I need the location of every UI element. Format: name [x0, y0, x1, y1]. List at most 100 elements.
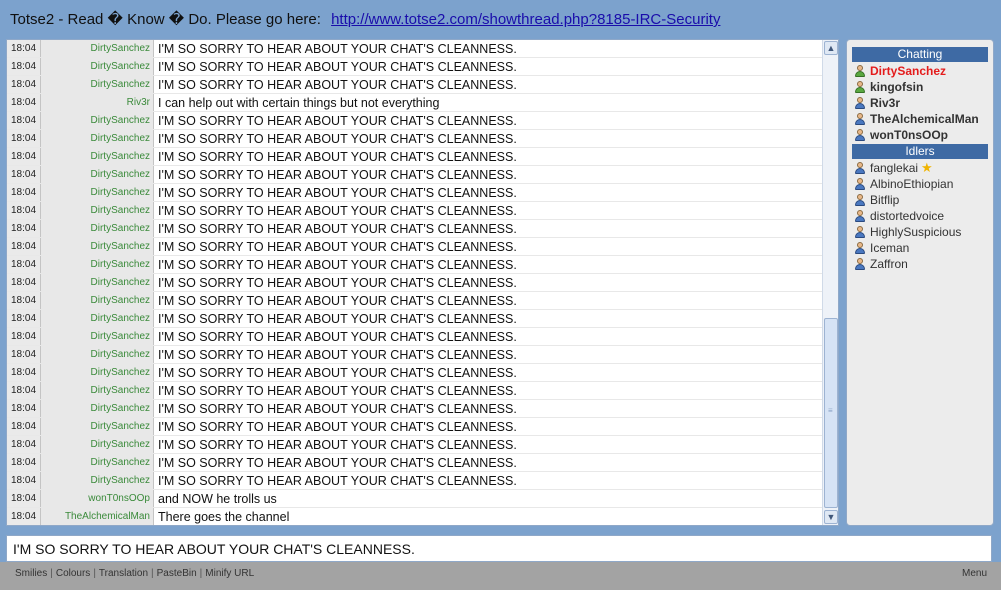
scroll-down-icon[interactable]: ▼ [824, 510, 838, 524]
message-nick[interactable]: DirtySanchez [41, 166, 154, 183]
message-input[interactable] [7, 536, 991, 561]
chatting-list: DirtySanchez kingofsin Riv3r TheAlchemicalM… [853, 63, 993, 143]
user-name: Iceman [870, 241, 910, 255]
message-timestamp: 18:04 [7, 76, 41, 93]
user-item[interactable]: fanglekai ★ [853, 160, 993, 176]
user-name: wonT0nsOOp [870, 128, 948, 142]
user-item[interactable]: distortedvoice [853, 208, 993, 224]
message-nick[interactable]: wonT0nsOOp [41, 490, 154, 507]
message-row: 18:04 DirtySanchez I'M SO SORRY TO HEAR AB… [7, 256, 822, 274]
user-icon [853, 112, 867, 126]
user-item[interactable]: HighlySuspicious [853, 224, 993, 240]
message-nick[interactable]: DirtySanchez [41, 238, 154, 255]
message-row: 18:04 DirtySanchez I'M SO SORRY TO HEAR AB… [7, 40, 822, 58]
message-row: 18:04 DirtySanchez I'M SO SORRY TO HEAR AB… [7, 130, 822, 148]
message-nick[interactable]: DirtySanchez [41, 148, 154, 165]
message-timestamp: 18:04 [7, 472, 41, 489]
menu-button[interactable]: Menu [962, 568, 987, 579]
user-item[interactable]: kingofsin [853, 79, 993, 95]
message-row: 18:04 DirtySanchez I'M SO SORRY TO HEAR AB… [7, 364, 822, 382]
toolbar-link[interactable]: PasteBin [157, 568, 197, 579]
message-timestamp: 18:04 [7, 256, 41, 273]
message-input-wrap [6, 535, 992, 562]
message-nick[interactable]: DirtySanchez [41, 454, 154, 471]
user-icon [853, 177, 867, 191]
message-nick[interactable]: TheAlchemicalMan [41, 508, 154, 525]
toolbar-link[interactable]: Colours [56, 568, 90, 579]
user-name: DirtySanchez [870, 64, 947, 78]
user-item[interactable]: Bitflip [853, 192, 993, 208]
user-icon [853, 193, 867, 207]
message-text: I'M SO SORRY TO HEAR ABOUT YOUR CHAT'S C… [158, 186, 517, 200]
message-nick[interactable]: DirtySanchez [41, 274, 154, 291]
link-separator: | [151, 568, 154, 579]
message-timestamp: 18:04 [7, 508, 41, 525]
message-nick[interactable]: Riv3r [41, 94, 154, 111]
message-nick[interactable]: DirtySanchez [41, 58, 154, 75]
message-timestamp: 18:04 [7, 328, 41, 345]
link-separator: | [93, 568, 96, 579]
message-timestamp: 18:04 [7, 58, 41, 75]
message-nick[interactable]: DirtySanchez [41, 292, 154, 309]
message-nick[interactable]: DirtySanchez [41, 346, 154, 363]
topic-text: Totse2 - Read � Know � Do. Please go her… [10, 11, 321, 28]
message-nick[interactable]: DirtySanchez [41, 76, 154, 93]
message-nick[interactable]: DirtySanchez [41, 328, 154, 345]
toolbar-link[interactable]: Translation [99, 568, 148, 579]
message-nick[interactable]: DirtySanchez [41, 184, 154, 201]
message-nick[interactable]: DirtySanchez [41, 310, 154, 327]
message-row: 18:04 DirtySanchez I'M SO SORRY TO HEAR AB… [7, 238, 822, 256]
message-nick[interactable]: DirtySanchez [41, 436, 154, 453]
user-item[interactable]: TheAlchemicalMan [853, 111, 993, 127]
message-text: I'M SO SORRY TO HEAR ABOUT YOUR CHAT'S C… [158, 456, 517, 470]
user-item[interactable]: wonT0nsOOp [853, 127, 993, 143]
message-nick[interactable]: DirtySanchez [41, 256, 154, 273]
user-name: TheAlchemicalMan [870, 112, 979, 126]
message-nick[interactable]: DirtySanchez [41, 472, 154, 489]
message-text: I'M SO SORRY TO HEAR ABOUT YOUR CHAT'S C… [158, 438, 517, 452]
chatting-header: Chatting [852, 47, 988, 62]
user-item[interactable]: Riv3r [853, 95, 993, 111]
message-nick[interactable]: DirtySanchez [41, 112, 154, 129]
user-item[interactable]: Zaffron [853, 256, 993, 272]
message-text: I'M SO SORRY TO HEAR ABOUT YOUR CHAT'S C… [158, 204, 517, 218]
message-row: 18:04 DirtySanchez I'M SO SORRY TO HEAR AB… [7, 112, 822, 130]
user-name: kingofsin [870, 80, 924, 94]
message-text: I'M SO SORRY TO HEAR ABOUT YOUR CHAT'S C… [158, 366, 517, 380]
message-nick[interactable]: DirtySanchez [41, 202, 154, 219]
message-nick[interactable]: DirtySanchez [41, 382, 154, 399]
toolbar-link[interactable]: Smilies [15, 568, 47, 579]
message-row: 18:04 DirtySanchez I'M SO SORRY TO HEAR AB… [7, 454, 822, 472]
user-item[interactable]: AlbinoEthiopian [853, 176, 993, 192]
message-nick[interactable]: DirtySanchez [41, 220, 154, 237]
scroll-up-icon[interactable]: ▲ [824, 41, 838, 55]
chat-scrollbar[interactable]: ▲ ≡ ▼ [822, 40, 838, 525]
message-text: I'M SO SORRY TO HEAR ABOUT YOUR CHAT'S C… [158, 312, 517, 326]
user-name: Bitflip [870, 193, 900, 207]
message-nick[interactable]: DirtySanchez [41, 40, 154, 57]
message-row: 18:04 wonT0nsOOp and NOW he trolls us [7, 490, 822, 508]
idlers-list: fanglekai ★ AlbinoEthiopian Bitflip distorte… [853, 160, 993, 272]
message-text: I'M SO SORRY TO HEAR ABOUT YOUR CHAT'S C… [158, 240, 517, 254]
user-icon [853, 161, 867, 175]
message-row: 18:04 DirtySanchez I'M SO SORRY TO HEAR AB… [7, 274, 822, 292]
message-nick[interactable]: DirtySanchez [41, 418, 154, 435]
idlers-header: Idlers [852, 144, 988, 159]
user-icon [853, 209, 867, 223]
user-name: distortedvoice [870, 209, 945, 223]
message-row: 18:04 DirtySanchez I'M SO SORRY TO HEAR AB… [7, 310, 822, 328]
message-text: I can help out with certain things but n… [158, 96, 440, 110]
message-timestamp: 18:04 [7, 238, 41, 255]
user-item[interactable]: Iceman [853, 240, 993, 256]
message-timestamp: 18:04 [7, 436, 41, 453]
message-row: 18:04 DirtySanchez I'M SO SORRY TO HEAR AB… [7, 166, 822, 184]
scroll-thumb[interactable]: ≡ [824, 318, 838, 508]
topic-link[interactable]: http://www.totse2.com/showthread.php?818… [331, 11, 720, 28]
message-nick[interactable]: DirtySanchez [41, 130, 154, 147]
message-nick[interactable]: DirtySanchez [41, 400, 154, 417]
toolbar-link[interactable]: Minify URL [205, 568, 254, 579]
user-item[interactable]: DirtySanchez [853, 63, 993, 79]
channel-topic: Totse2 - Read � Know � Do. Please go her… [10, 10, 720, 32]
chat-log[interactable]: 18:04 DirtySanchez I'M SO SORRY TO HEAR AB… [6, 39, 839, 526]
message-nick[interactable]: DirtySanchez [41, 364, 154, 381]
